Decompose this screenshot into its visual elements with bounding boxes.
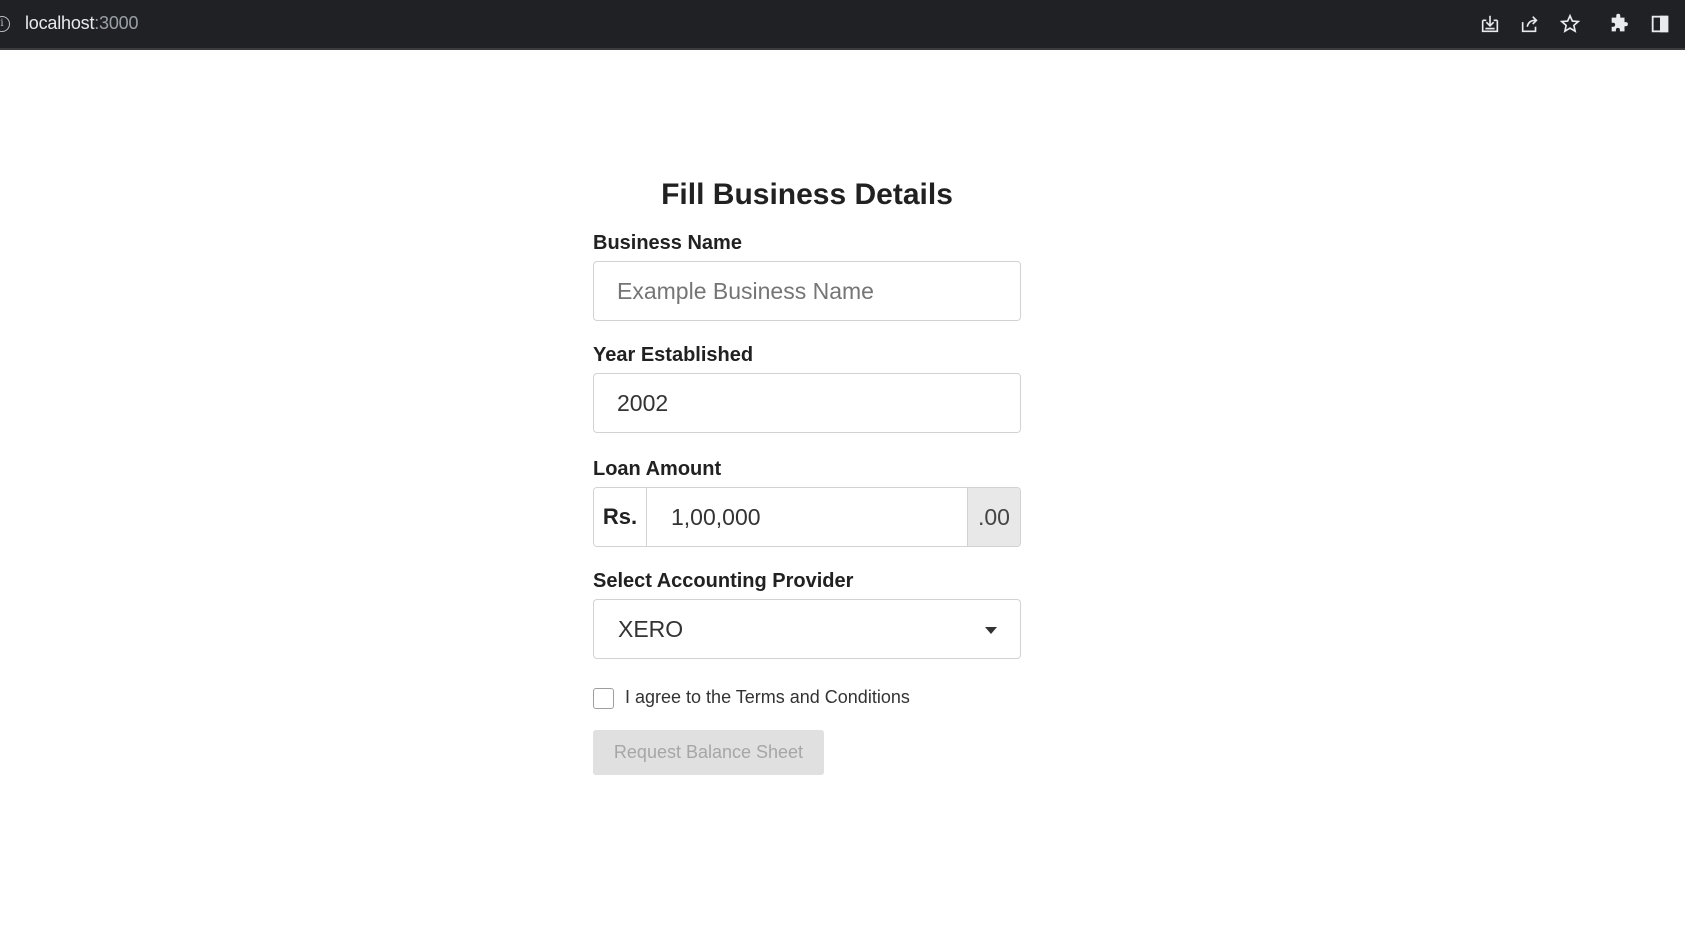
- address-bar[interactable]: localhost:3000: [25, 13, 138, 34]
- url-host: localhost: [25, 13, 95, 33]
- loan-amount-group: Rs. .00: [593, 487, 1021, 547]
- request-balance-sheet-button[interactable]: Request Balance Sheet: [593, 730, 824, 775]
- loan-amount-input[interactable]: [647, 488, 967, 546]
- share-icon[interactable]: [1518, 12, 1542, 36]
- install-icon[interactable]: [1478, 12, 1502, 36]
- loan-amount-label: Loan Amount: [593, 458, 722, 480]
- accounting-provider-value: XERO: [618, 616, 684, 642]
- browser-toolbar: i localhost:3000: [0, 0, 1685, 50]
- year-established-input[interactable]: [593, 373, 1021, 433]
- accounting-provider-select[interactable]: XERO: [593, 599, 1021, 659]
- business-name-input[interactable]: [593, 261, 1021, 321]
- year-established-label: Year Established: [593, 344, 754, 366]
- accounting-provider-label: Select Accounting Provider: [593, 570, 854, 592]
- business-name-label: Business Name: [593, 232, 742, 254]
- terms-checkbox[interactable]: [593, 688, 614, 709]
- currency-prefix: Rs.: [594, 488, 647, 546]
- terms-label[interactable]: I agree to the Terms and Conditions: [625, 687, 910, 708]
- decimal-suffix: .00: [967, 488, 1020, 546]
- page-title: Fill Business Details: [661, 178, 953, 211]
- info-icon[interactable]: i: [0, 16, 10, 32]
- caret-down-icon: [985, 627, 997, 634]
- star-icon[interactable]: [1558, 12, 1582, 36]
- extensions-icon[interactable]: [1607, 12, 1631, 36]
- url-port: :3000: [94, 13, 139, 33]
- side-panel-icon[interactable]: [1648, 12, 1672, 36]
